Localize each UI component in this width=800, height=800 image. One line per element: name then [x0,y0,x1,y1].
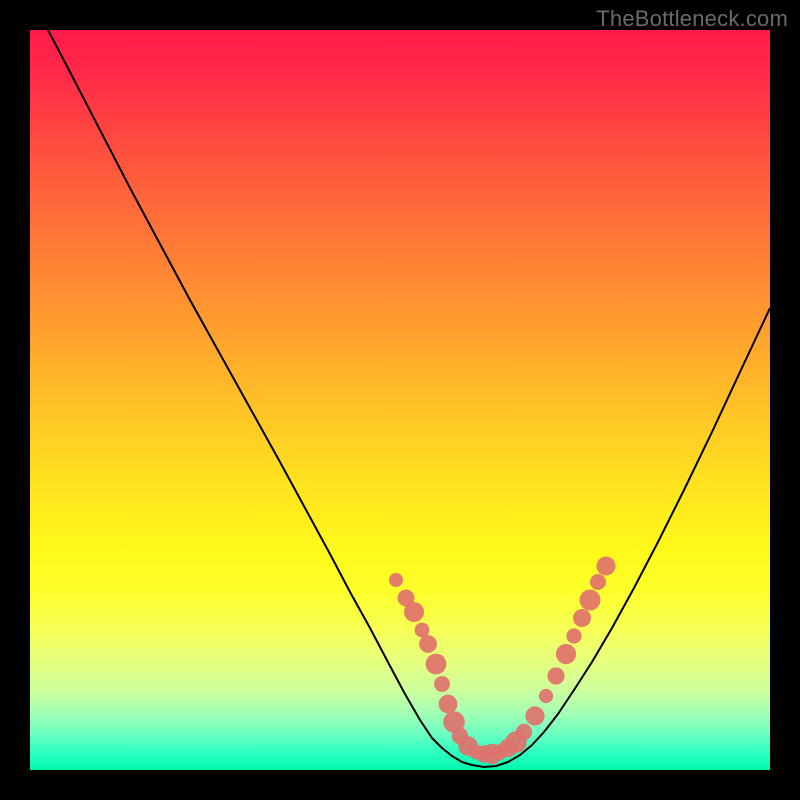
marker-dot [439,695,458,714]
marker-dot [566,628,581,643]
marker-dot [597,557,616,576]
marker-dot [590,574,606,590]
marker-dot [525,706,544,725]
marker-dot [573,609,591,627]
bottleneck-curve-line [48,30,770,767]
marker-dot [426,654,447,675]
marker-dot [547,667,564,684]
bottleneck-curve [48,30,770,767]
marker-dot [516,724,532,740]
plot-area [30,30,770,770]
marker-dot [434,676,450,692]
marker-dot [539,689,553,703]
chart-svg [30,30,770,770]
marker-dots [389,557,616,765]
marker-dot [389,573,403,587]
watermark-text: TheBottleneck.com [596,6,788,32]
marker-dot [556,644,576,664]
marker-dot [580,590,601,611]
marker-dot [419,635,437,653]
marker-dot [404,602,424,622]
